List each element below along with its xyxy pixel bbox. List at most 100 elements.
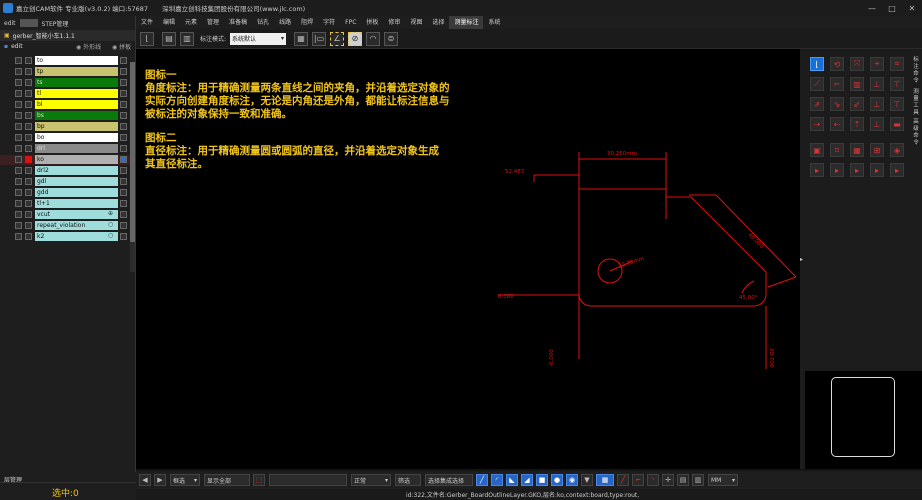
layer-row[interactable]: drl bbox=[0, 144, 130, 154]
dimension-tool-button[interactable]: ▦ bbox=[850, 143, 864, 157]
dimension-tool-button[interactable]: ▸ bbox=[870, 163, 884, 177]
layer-row[interactable]: bs bbox=[0, 111, 130, 121]
layer-select-checkbox[interactable] bbox=[25, 200, 32, 207]
dimension-tool-button[interactable]: ⇡ bbox=[850, 117, 864, 131]
arc-tool-icon[interactable]: ◜ bbox=[491, 474, 503, 486]
mode-select[interactable]: 系统默认 ▾ bbox=[230, 32, 287, 45]
line-red-icon[interactable]: ╱ bbox=[617, 474, 629, 486]
layer-select-checkbox[interactable] bbox=[25, 189, 32, 196]
dimension-tool-button[interactable]: ▥ bbox=[850, 77, 864, 91]
layer-visible-checkbox[interactable] bbox=[15, 123, 22, 130]
layer-visible-checkbox[interactable] bbox=[15, 134, 22, 141]
maximize-button[interactable]: □ bbox=[882, 0, 902, 16]
dimension-tool-button[interactable]: ⌗ bbox=[890, 57, 904, 71]
dimension-tool-button[interactable]: ⊤ bbox=[890, 77, 904, 91]
layer-row[interactable]: ko bbox=[0, 155, 130, 165]
layer-row[interactable]: gdl bbox=[0, 177, 130, 187]
layer-name[interactable]: bl bbox=[35, 100, 118, 109]
angle-dim-icon[interactable]: ∠ bbox=[330, 31, 345, 46]
layer-name[interactable]: vcut bbox=[35, 210, 118, 219]
layer-name[interactable]: bs bbox=[35, 111, 118, 120]
normal-select[interactable]: 正常 ▾ bbox=[351, 474, 391, 486]
layer-select-checkbox[interactable] bbox=[25, 57, 32, 64]
layer-row[interactable]: vcut ⊕ bbox=[0, 210, 130, 220]
layer-lock-checkbox[interactable] bbox=[120, 57, 127, 64]
layer-name[interactable]: ts bbox=[35, 78, 118, 87]
select-mode[interactable]: 框选 ▾ bbox=[170, 474, 200, 486]
layer-select-checkbox[interactable] bbox=[25, 68, 32, 75]
arc-dim-icon[interactable]: ◠ bbox=[366, 31, 381, 46]
layer-row[interactable]: tl bbox=[0, 89, 130, 99]
menu-item-10[interactable]: 拼板 bbox=[361, 16, 383, 29]
layer-name[interactable]: tl bbox=[35, 89, 118, 98]
align-dim-icon[interactable]: |▭ bbox=[312, 31, 327, 46]
layer-visible-checkbox[interactable] bbox=[15, 222, 22, 229]
menu-item-13[interactable]: 选择 bbox=[427, 16, 449, 29]
layer-name[interactable]: drl bbox=[35, 144, 118, 153]
layer-lock-checkbox[interactable] bbox=[120, 90, 127, 97]
dimension-tool-button[interactable]: ⊥ bbox=[870, 117, 884, 131]
layer-lock-checkbox[interactable] bbox=[120, 233, 127, 240]
layer-visible-checkbox[interactable] bbox=[15, 233, 22, 240]
menu-item-5[interactable]: 钻孔 bbox=[252, 16, 274, 29]
menu-item-9[interactable]: FPC bbox=[340, 16, 361, 29]
layer-visible-checkbox[interactable] bbox=[15, 178, 22, 185]
layer-select-checkbox[interactable] bbox=[25, 211, 32, 218]
dimension-tool-button[interactable]: ⇘ bbox=[830, 97, 844, 111]
layer-visible-checkbox[interactable] bbox=[15, 156, 22, 163]
layer-name[interactable]: repeat_violation bbox=[35, 221, 118, 230]
layer-lock-checkbox[interactable] bbox=[120, 101, 127, 108]
layer-name[interactable]: gdl bbox=[35, 177, 118, 186]
dimension-tool-button[interactable]: ⌊ bbox=[810, 57, 824, 71]
layer-row[interactable]: gdd bbox=[0, 188, 130, 198]
layer-lock-checkbox[interactable] bbox=[120, 178, 127, 185]
layer-row[interactable]: bl bbox=[0, 100, 130, 110]
layer-row[interactable]: bo bbox=[0, 133, 130, 143]
layer-row[interactable]: bp bbox=[0, 122, 130, 132]
tab-step-manager[interactable]: STEP管理 bbox=[38, 19, 73, 28]
dimension-tool-button[interactable]: ◈ bbox=[890, 143, 904, 157]
menu-item-1[interactable]: 编辑 bbox=[158, 16, 180, 29]
board-outline[interactable] bbox=[578, 188, 767, 307]
menu-item-2[interactable]: 元素 bbox=[180, 16, 202, 29]
dimension-tool-button[interactable]: ⇢ bbox=[810, 117, 824, 131]
save-icon[interactable]: ▥ bbox=[180, 31, 194, 46]
layer-scrollbar[interactable] bbox=[130, 62, 135, 272]
menu-item-6[interactable]: 线路 bbox=[274, 16, 296, 29]
menu-item-7[interactable]: 阻焊 bbox=[296, 16, 318, 29]
layer-select-checkbox[interactable] bbox=[25, 134, 32, 141]
edge-tool-icon[interactable]: ◣ bbox=[506, 474, 518, 486]
corner-tool-icon[interactable]: ◢ bbox=[521, 474, 533, 486]
dimension-tool-button[interactable]: ▣ bbox=[810, 143, 824, 157]
layer-lock-checkbox[interactable] bbox=[120, 145, 127, 152]
layer-visible-checkbox[interactable] bbox=[15, 101, 22, 108]
layer-visible-checkbox[interactable] bbox=[15, 189, 22, 196]
layer-visible-checkbox[interactable] bbox=[15, 211, 22, 218]
dimension-tool-button[interactable]: ▸ bbox=[810, 163, 824, 177]
dimension-tool-button[interactable]: ▸ bbox=[830, 163, 844, 177]
dimension-tool-button[interactable]: ⤧ bbox=[850, 57, 864, 71]
dimension-tool-button[interactable]: ▸ bbox=[890, 163, 904, 177]
layer-row[interactable]: repeat_violation ○ bbox=[0, 221, 130, 231]
menu-item-14[interactable]: 测量标注 bbox=[449, 16, 484, 29]
dimension-tool-button[interactable]: ⊤ bbox=[890, 97, 904, 111]
layer-row[interactable]: tl+1 bbox=[0, 199, 130, 209]
layer-lock-checkbox[interactable] bbox=[120, 222, 127, 229]
step-name[interactable]: edit bbox=[11, 43, 23, 50]
grid-icon[interactable]: ▤ bbox=[677, 474, 689, 486]
menu-item-11[interactable]: 修审 bbox=[383, 16, 405, 29]
dimension-tool-button[interactable]: ⊥ bbox=[870, 77, 884, 91]
panel-toggle[interactable]: ◉ 拼板 bbox=[112, 42, 131, 51]
layer-row[interactable]: to bbox=[0, 56, 130, 66]
select-all-button[interactable]: 选择集成选择 bbox=[425, 474, 473, 486]
layer-select-checkbox[interactable] bbox=[25, 79, 32, 86]
layer-name[interactable]: bo bbox=[35, 133, 118, 142]
layer-select-checkbox[interactable] bbox=[25, 90, 32, 97]
layer-lock-checkbox[interactable] bbox=[120, 200, 127, 207]
layer-visible-checkbox[interactable] bbox=[15, 57, 22, 64]
circle-tool-icon[interactable]: ● bbox=[551, 474, 563, 486]
layer-name[interactable]: tl+1 bbox=[35, 199, 118, 208]
layer-select-checkbox[interactable] bbox=[25, 112, 32, 119]
filter-icon[interactable]: ▼ bbox=[581, 474, 593, 486]
show-all-button[interactable]: 显示全部 bbox=[204, 474, 250, 486]
